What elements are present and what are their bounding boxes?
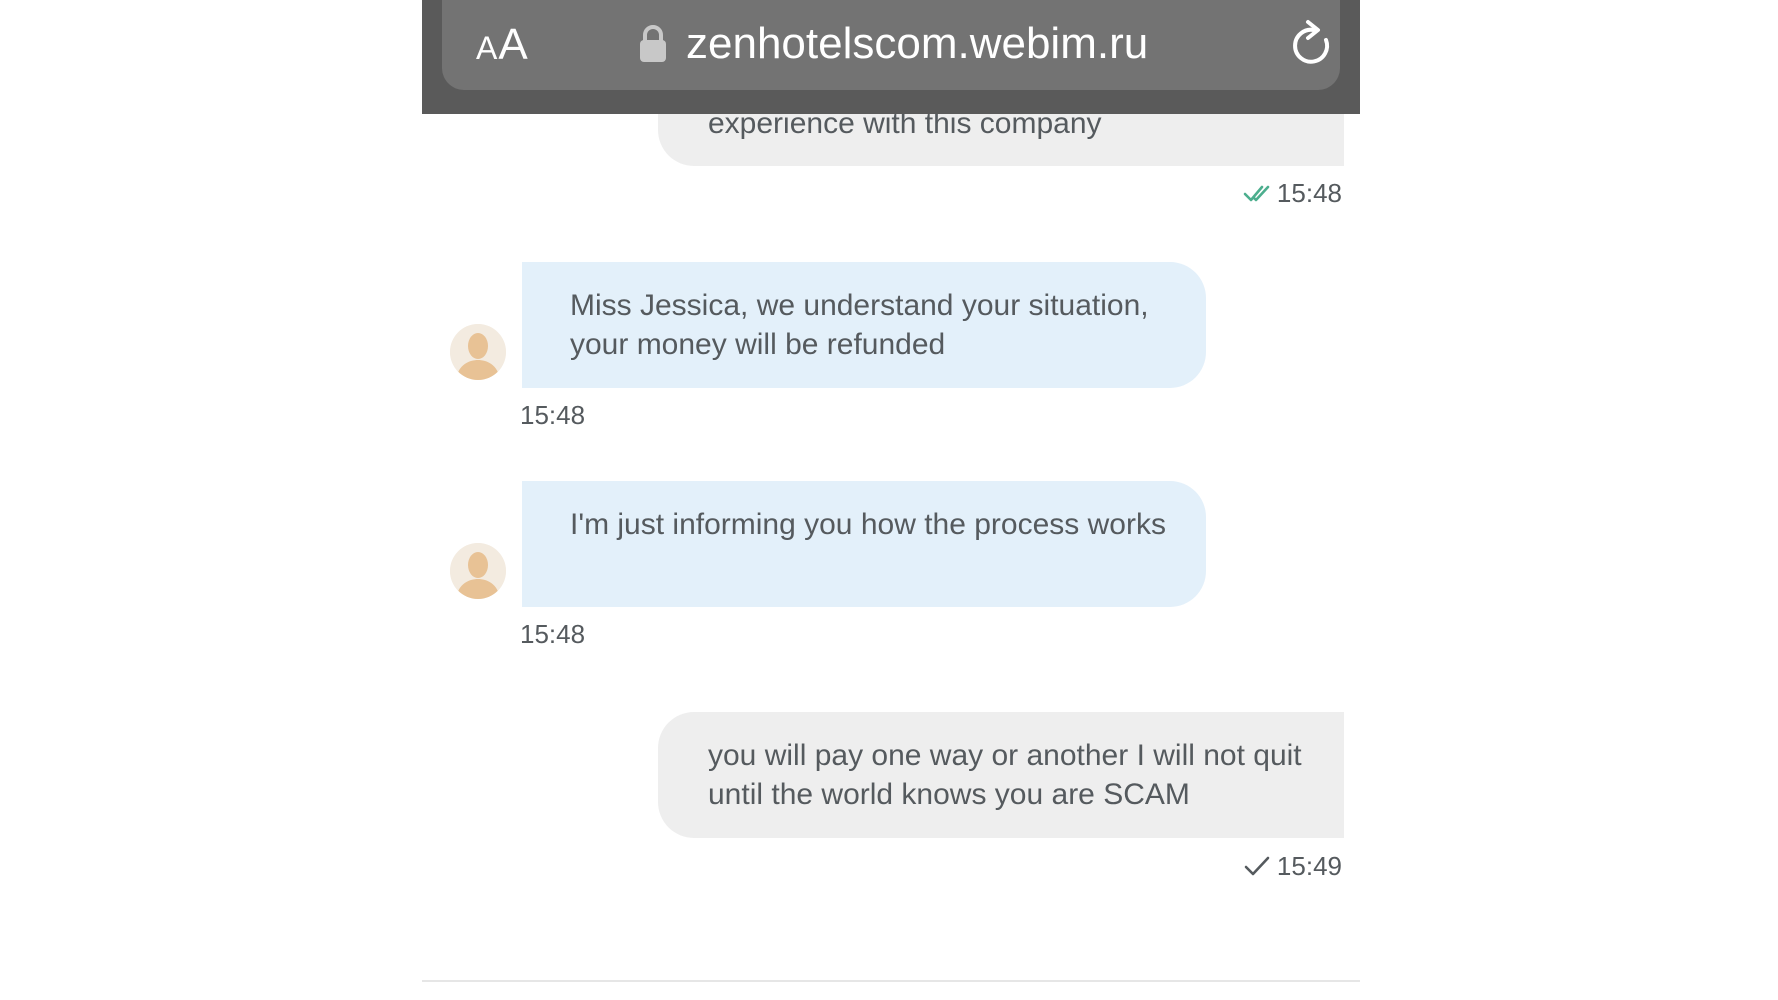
address-bar[interactable]: AA zenhotelscom.webim.ru: [442, 0, 1340, 90]
check-icon: [1244, 856, 1270, 876]
message-time: 15:48: [520, 400, 586, 430]
person-icon: [450, 543, 506, 599]
url-text[interactable]: zenhotelscom.webim.ru: [686, 18, 1148, 70]
phone-viewport: AA zenhotelscom.webim.ru experience with…: [422, 0, 1360, 1000]
browser-toolbar: AA zenhotelscom.webim.ru: [422, 0, 1360, 114]
double-check-icon: [1243, 185, 1270, 202]
operator-avatar: [450, 543, 506, 599]
message-time: 15:48: [520, 619, 586, 649]
message-text: Miss Jessica, we understand your situati…: [570, 289, 1149, 361]
message-text: I'm just informing you how the process w…: [570, 508, 1166, 541]
incoming-message[interactable]: I'm just informing you how the process w…: [522, 481, 1206, 607]
reload-icon[interactable]: [1288, 18, 1336, 70]
composer-divider: [422, 980, 1360, 982]
incoming-message[interactable]: Miss Jessica, we understand your situati…: [522, 262, 1206, 388]
message-text: you will pay one way or another I will n…: [708, 739, 1302, 811]
text-size-button[interactable]: AA: [476, 20, 529, 73]
text-size-small-glyph: A: [476, 30, 499, 66]
text-size-large-glyph: A: [498, 20, 529, 69]
message-meta: 15:49: [1243, 851, 1342, 881]
chat-screen: AA zenhotelscom.webim.ru experience with…: [0, 0, 1778, 1000]
message-meta: 15:48: [1243, 178, 1342, 208]
person-icon: [450, 324, 506, 380]
message-time: 15:48: [1276, 178, 1342, 208]
lock-icon: [640, 25, 666, 62]
message-time: 15:49: [1276, 851, 1342, 881]
operator-avatar: [450, 324, 506, 380]
outgoing-message[interactable]: you will pay one way or another I will n…: [658, 712, 1344, 838]
